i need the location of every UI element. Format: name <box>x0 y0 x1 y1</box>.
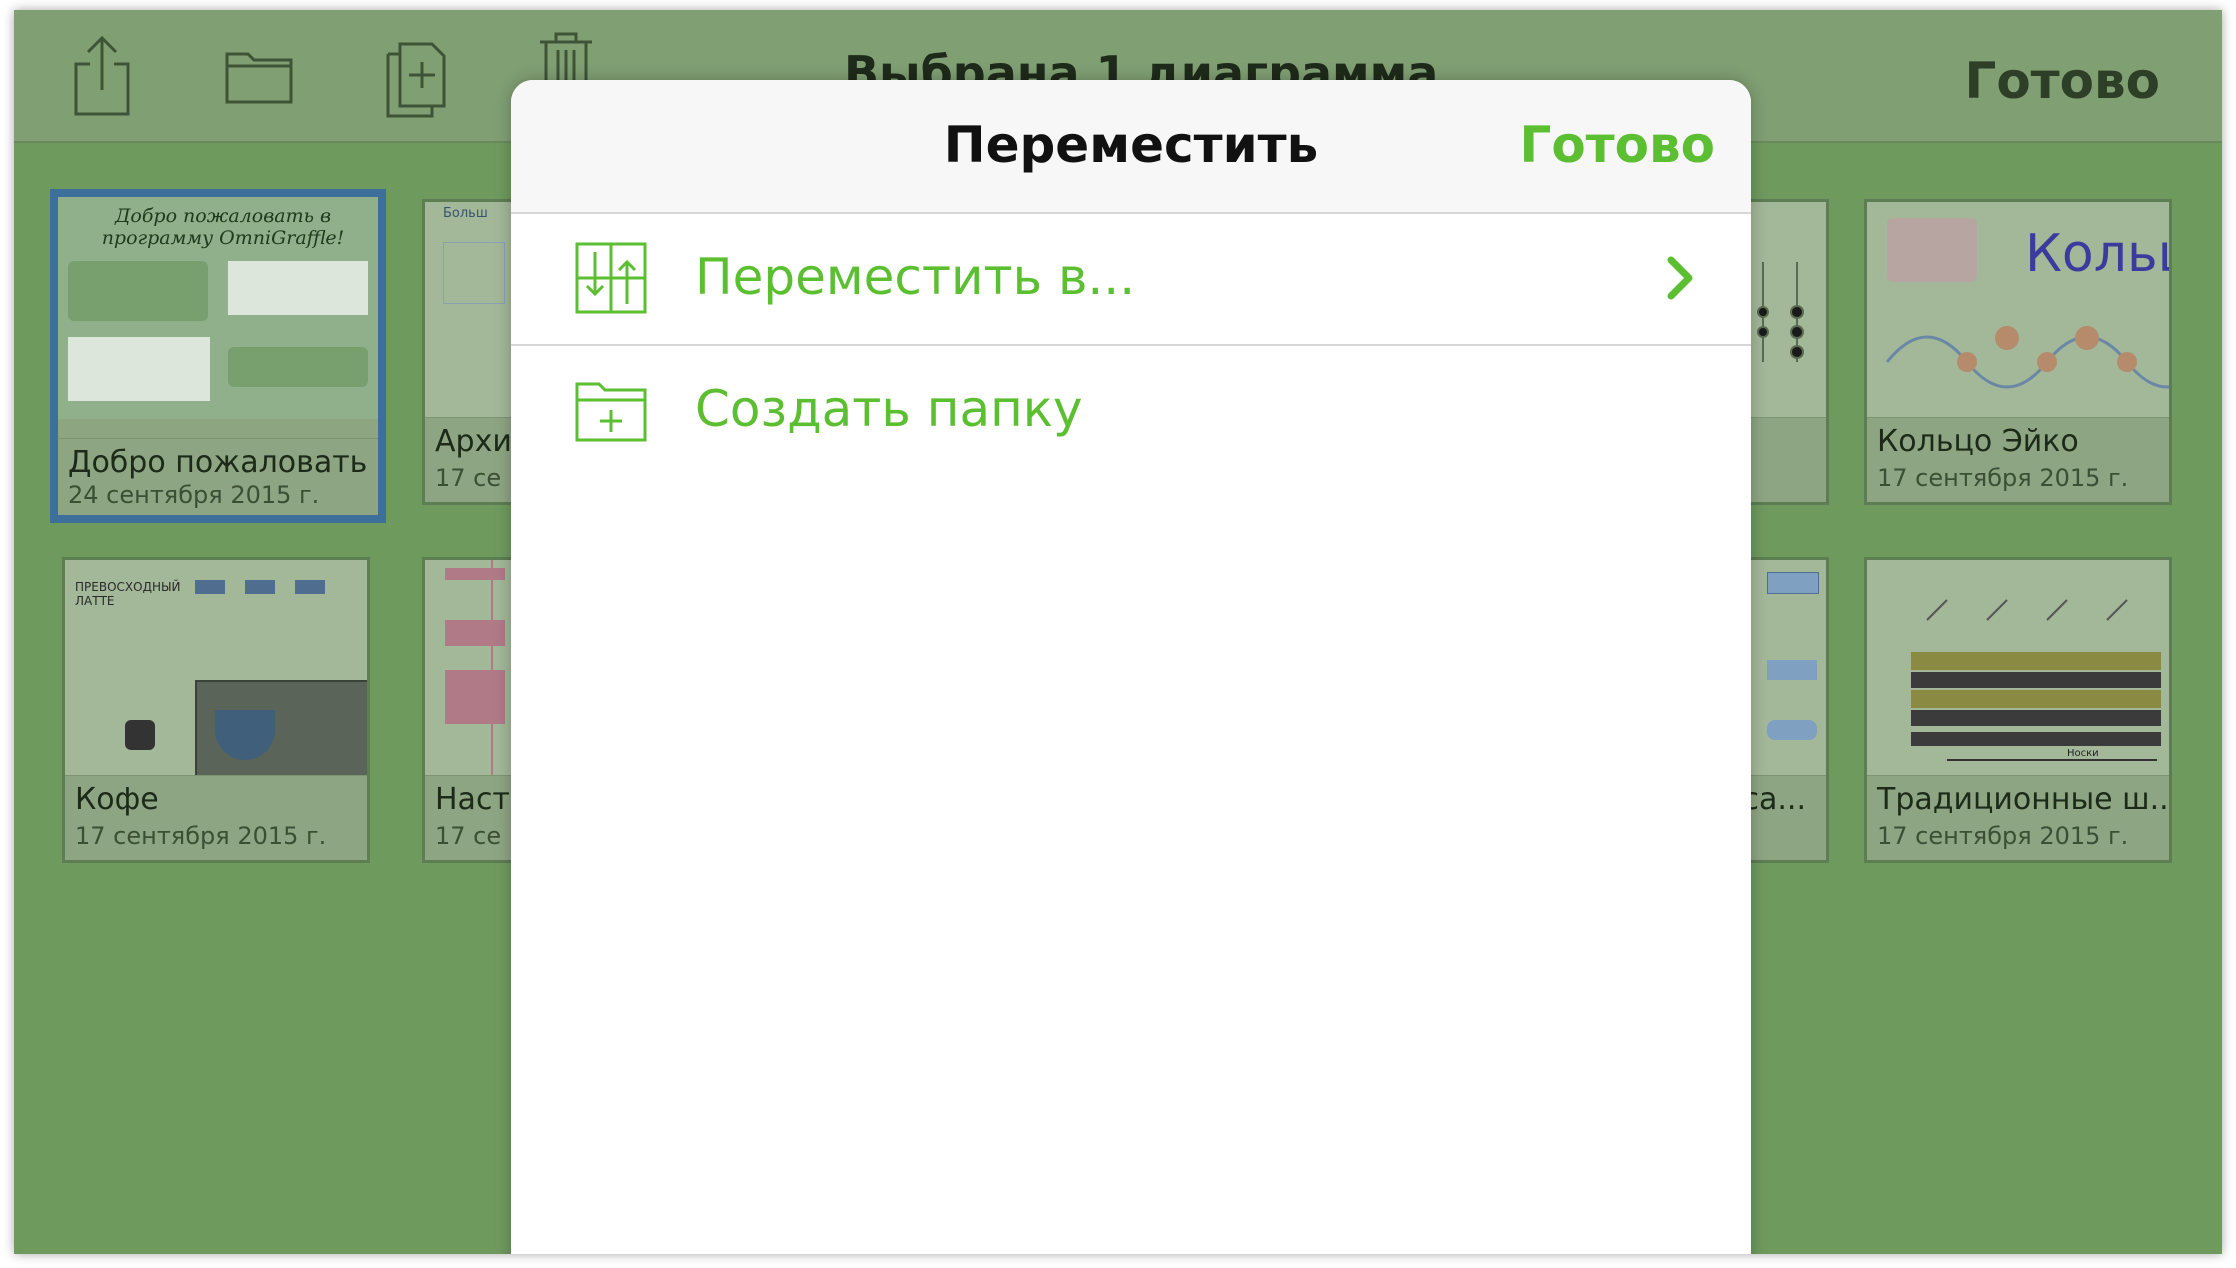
document-date: 17 сентября 2015 г. <box>75 822 327 850</box>
document-name: са... <box>1742 782 1807 817</box>
move-to-label: Переместить в... <box>695 248 1136 306</box>
move-to-row[interactable]: Переместить в... <box>511 214 1751 346</box>
folder-icon[interactable] <box>224 46 294 110</box>
new-folder-icon <box>575 374 647 450</box>
document-thumbnail[interactable]: ПРЕВОСХОДНЫЙ ЛАТТЕ Кофе 17 сентября 2015… <box>62 557 370 863</box>
document-name: Традиционные ш... <box>1877 782 2172 817</box>
document-date: 24 сентября 2015 г. <box>68 481 320 509</box>
toolbar-done-button[interactable]: Готово <box>1964 52 2160 110</box>
popover-header: Переместить Готово <box>511 80 1751 214</box>
document-date: 17 се <box>435 464 502 492</box>
preview-title: ПРЕВОСХОДНЫЙ ЛАТТЕ <box>75 580 181 608</box>
trash-icon[interactable] <box>536 30 596 84</box>
popover-done-button[interactable]: Готово <box>1519 116 1715 174</box>
preview-title: Больш <box>443 206 488 221</box>
move-to-icon <box>575 242 647 318</box>
app-window: Выбрана 1 диаграмма Готово Добро пожалов… <box>14 10 2222 1254</box>
document-thumbnail[interactable]: Носки Традиционные ш... 17 сентября 2015… <box>1864 557 2172 863</box>
document-name: Кольцо Эйко <box>1877 424 2079 459</box>
document-date: 17 сентября 2015 г. <box>1877 464 2129 492</box>
move-popover: Переместить Готово Переместить в... Созд… <box>511 80 1751 1254</box>
document-name: Наст <box>435 782 510 817</box>
document-thumbnail[interactable]: Добро пожаловать в программу OmniGraffle… <box>50 189 386 523</box>
share-icon[interactable] <box>70 34 134 122</box>
preview-title: Кольц <box>2025 224 2169 284</box>
document-name: Архи <box>435 424 512 459</box>
create-folder-label: Создать папку <box>695 380 1083 438</box>
document-date: 17 сентября 2015 г. <box>1877 822 2129 850</box>
duplicate-icon[interactable] <box>384 40 448 124</box>
chevron-right-icon <box>1665 254 1695 306</box>
document-thumbnail[interactable]: Кольц Кольцо Эйко 17 сентября 2015 г. <box>1864 199 2172 505</box>
preview-title: Добро пожаловать в программу OmniGraffle… <box>101 205 345 249</box>
document-date: 17 се <box>435 822 502 850</box>
document-name: Добро пожаловать <box>68 445 368 480</box>
create-folder-row[interactable]: Создать папку <box>511 346 1751 478</box>
document-name: Кофе <box>75 782 159 817</box>
preview-label: Носки <box>2065 748 2101 759</box>
